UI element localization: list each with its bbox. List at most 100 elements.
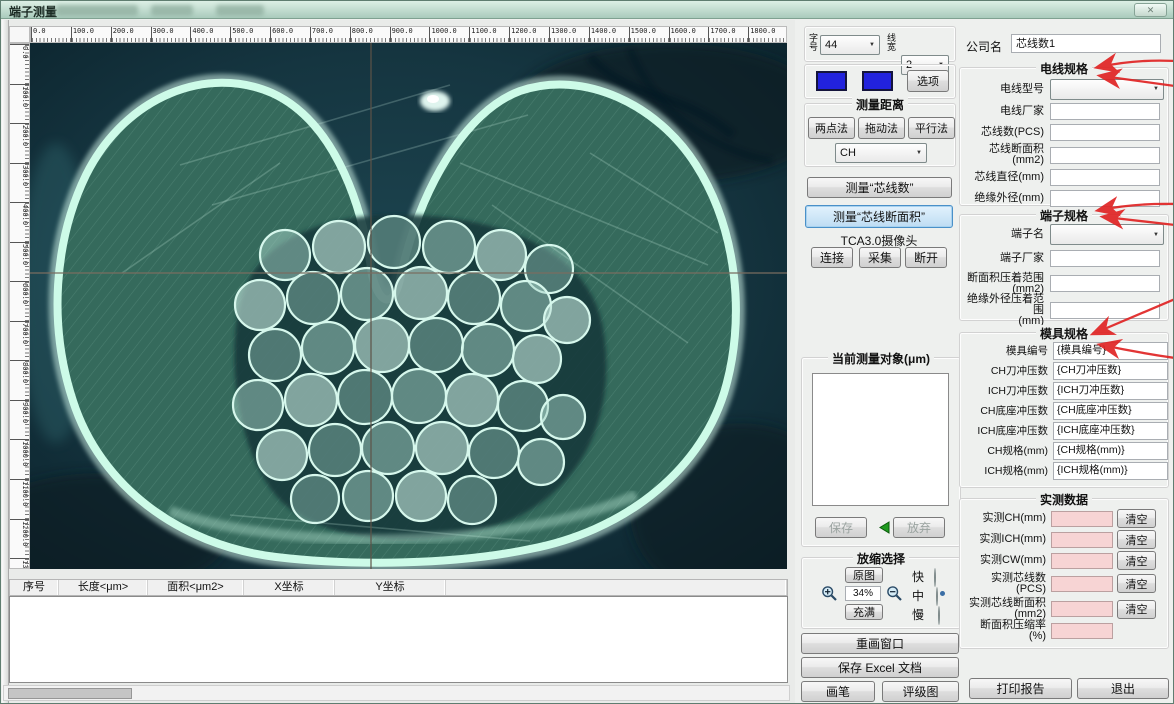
wire-spec-field[interactable] xyxy=(1050,189,1160,207)
mold-spec-field[interactable]: {ICH规格(mm)} xyxy=(1053,462,1168,480)
pen-button[interactable]: 画笔 xyxy=(801,681,875,702)
terminal-spec-label: 端子厂家 xyxy=(1000,252,1044,264)
ruler-tick: 1500.0 xyxy=(628,27,669,42)
line-width-label: 线 宽 xyxy=(887,33,897,52)
terminal-spec-dropdown[interactable]: ▼ xyxy=(1050,224,1164,245)
font-settings-group: 字 号 44 ▼ 线 宽 2 ▼ xyxy=(804,26,956,75)
ruler-tick: 1800.0 xyxy=(748,27,786,42)
wire-spec-field[interactable] xyxy=(1050,169,1160,186)
print-report-button[interactable]: 打印报告 xyxy=(969,678,1072,699)
close-button[interactable]: ✕ xyxy=(1134,3,1167,17)
ruler-tick: 1600.0 xyxy=(668,27,709,42)
mold-spec-field[interactable]: {CH刀冲压数} xyxy=(1053,362,1168,380)
horizontal-scrollbar[interactable] xyxy=(3,685,790,701)
measured-field[interactable] xyxy=(1051,601,1113,617)
terminal-spec-field[interactable] xyxy=(1050,301,1160,319)
microscope-image-area[interactable] xyxy=(1,43,850,603)
clear-button[interactable]: 清空 xyxy=(1117,551,1156,570)
scrollbar-thumb[interactable] xyxy=(8,688,132,699)
clear-button[interactable]: 清空 xyxy=(1117,599,1156,619)
measure-core-area-button[interactable]: 测量“芯线断面积” xyxy=(805,205,953,228)
parallel-method-button[interactable]: 平行法 xyxy=(908,117,955,139)
wire-spec-field[interactable] xyxy=(1050,124,1160,141)
font-size-dropdown[interactable]: 44 ▼ xyxy=(820,35,880,55)
column-header-filler xyxy=(446,580,787,595)
ruler-tick: 400.0 xyxy=(10,202,29,242)
mold-spec-row: ICH刀冲压数 {ICH刀冲压数} xyxy=(964,381,1168,401)
ruler-tick: 900.0 xyxy=(389,27,430,42)
drag-method-button[interactable]: 拖动法 xyxy=(858,117,905,139)
window-title: 端子测量 xyxy=(9,5,58,19)
mold-spec-field[interactable]: {CH底座冲压数} xyxy=(1053,402,1168,420)
ruler-tick: 1300.0 xyxy=(10,558,29,568)
channel-dropdown[interactable]: CH ▼ xyxy=(835,143,927,163)
options-button[interactable]: 选项 xyxy=(907,70,949,92)
wire-spec-field[interactable] xyxy=(1050,103,1160,120)
mold-spec-label: ICH底座冲压数 xyxy=(977,424,1048,437)
wire-spec-dropdown[interactable]: ▼ xyxy=(1050,78,1164,100)
measured-field[interactable] xyxy=(1051,531,1113,548)
save-excel-button[interactable]: 保存 Excel 文档 xyxy=(801,657,959,678)
ruler-tick: 1200.0 xyxy=(10,518,29,559)
clear-button[interactable]: 清空 xyxy=(1117,530,1156,549)
ruler-tick: 1100.0 xyxy=(10,479,29,519)
mold-spec-label: CH刀冲压数 xyxy=(990,364,1048,377)
two-point-method-button[interactable]: 两点法 xyxy=(808,117,855,139)
results-list[interactable] xyxy=(9,596,788,683)
speed-medium-radio[interactable] xyxy=(936,587,938,606)
measure-core-count-button[interactable]: 测量“芯线数” xyxy=(807,177,952,198)
speed-fast-radio[interactable] xyxy=(934,568,936,587)
mold-spec-field[interactable]: {CH规格(mm)} xyxy=(1053,442,1168,460)
zoom-in-icon[interactable] xyxy=(821,585,838,602)
terminal-spec-field[interactable] xyxy=(1050,275,1160,292)
ruler-tick: 100.0 xyxy=(10,83,29,124)
mold-spec-field[interactable]: {模具编号} xyxy=(1053,342,1168,360)
grade-image-button[interactable]: 评级图 xyxy=(882,681,959,702)
speed-slow-radio[interactable] xyxy=(938,606,940,625)
redacted-text xyxy=(216,5,264,16)
measured-field[interactable] xyxy=(1051,510,1113,527)
mold-spec-label: ICH刀冲压数 xyxy=(987,384,1048,397)
terminal-spec-label: 绝缘外径压着范围 (mm) xyxy=(967,292,1044,327)
horizontal-ruler: 0.0 100.0 200.0 300.0 400.0 500.0 600.0 700.0 80… xyxy=(30,26,787,43)
wire-spec-field[interactable] xyxy=(1050,146,1160,164)
fit-button[interactable]: 充满 xyxy=(845,604,883,620)
clear-button[interactable]: 清空 xyxy=(1117,574,1156,593)
zoom-value-field[interactable]: 34% xyxy=(845,586,881,601)
column-header: 序号 xyxy=(10,580,59,595)
measured-field[interactable] xyxy=(1051,552,1113,569)
zoom-out-icon[interactable] xyxy=(886,585,903,602)
color-swatch-1[interactable] xyxy=(816,71,847,91)
terminal-spec-group: 端子规格 端子名 ▼ 端子厂家 断面积压着范围 (mm2) 绝缘外径压着范围 (mm) xyxy=(959,207,1169,326)
chevron-down-icon: ▼ xyxy=(1153,231,1159,238)
exit-button[interactable]: 退出 xyxy=(1077,678,1169,699)
mold-spec-row: CH刀冲压数 {CH刀冲压数} xyxy=(964,361,1168,381)
terminal-spec-rows: 端子名 ▼ 端子厂家 断面积压着范围 (mm2) 绝缘外径压着范围 (mm) xyxy=(964,222,1166,326)
connect-button[interactable]: 连接 xyxy=(811,247,853,268)
ruler-tick: 1000.0 xyxy=(10,439,29,479)
mold-spec-field[interactable]: {ICH底座冲压数} xyxy=(1053,422,1168,440)
ruler-tick: 900.0 xyxy=(10,399,29,440)
mold-spec-field[interactable]: {ICH刀冲压数} xyxy=(1053,382,1168,400)
discard-button[interactable]: 放弃 xyxy=(893,517,945,538)
color-swatch-2[interactable] xyxy=(862,71,893,91)
ruler-tick: 1400.0 xyxy=(588,27,629,42)
terminal-spec-field[interactable] xyxy=(1050,250,1160,267)
company-field[interactable]: 芯线数1 xyxy=(1011,34,1161,53)
save-button[interactable]: 保存 xyxy=(815,517,867,538)
current-object-listbox[interactable] xyxy=(812,373,949,506)
measured-field[interactable] xyxy=(1051,575,1113,592)
redraw-window-button[interactable]: 重画窗口 xyxy=(801,633,959,654)
original-size-button[interactable]: 原图 xyxy=(845,567,883,583)
column-header: X坐标 xyxy=(244,580,335,595)
green-arrow-icon xyxy=(879,521,890,534)
ruler-tick: 800.0 xyxy=(349,27,390,42)
wire-spec-row: 芯线数(PCS) xyxy=(964,122,1166,143)
wire-spec-row: 电线型号 ▼ xyxy=(964,77,1166,101)
capture-button[interactable]: 采集 xyxy=(859,247,901,268)
mold-spec-row: ICH规格(mm) {ICH规格(mm)} xyxy=(964,461,1168,481)
disconnect-button[interactable]: 断开 xyxy=(905,247,947,268)
speed-fast-label: 快 xyxy=(912,570,925,584)
clear-button[interactable]: 清空 xyxy=(1117,509,1156,528)
measured-field[interactable] xyxy=(1051,622,1113,639)
